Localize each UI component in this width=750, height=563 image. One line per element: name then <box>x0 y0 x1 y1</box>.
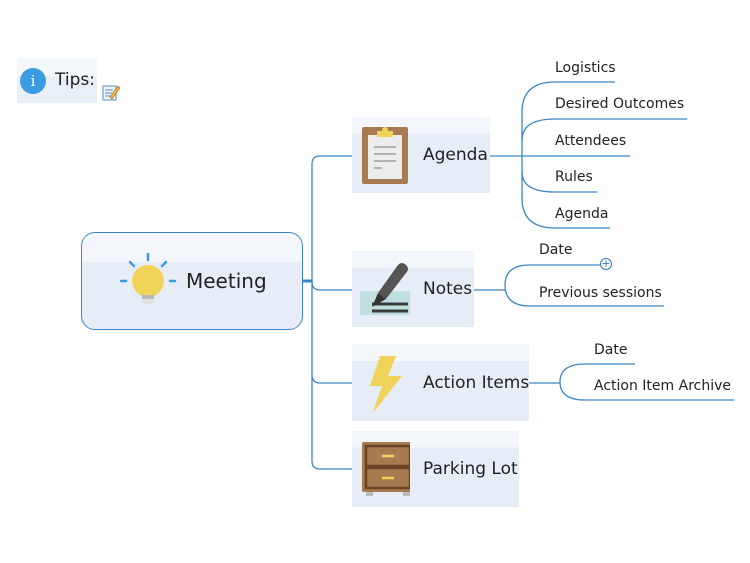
central-topic-meeting[interactable]: Meeting <box>81 232 303 330</box>
subtopic-date[interactable]: Date <box>594 342 627 358</box>
topic-action-items[interactable]: Action Items <box>352 344 529 421</box>
subtopic-agenda[interactable]: Agenda <box>555 206 608 222</box>
clipboard-icon <box>362 127 408 184</box>
topic-parking-lot[interactable]: Parking Lot <box>352 431 519 507</box>
subtopic-attendees[interactable]: Attendees <box>555 133 626 149</box>
topic-label: Agenda <box>423 145 488 165</box>
note-pencil-icon[interactable] <box>101 82 121 102</box>
tips-box[interactable]: i Tips: <box>17 58 97 103</box>
subtopic-rules[interactable]: Rules <box>555 169 593 185</box>
lightbulb-icon <box>119 252 177 304</box>
central-topic-label: Meeting <box>186 269 267 293</box>
topic-label: Parking Lot <box>423 459 518 479</box>
cabinet-icon <box>362 442 410 496</box>
topic-agenda[interactable]: Agenda <box>352 117 490 193</box>
info-icon: i <box>20 68 46 94</box>
subtopic-desired-outcomes[interactable]: Desired Outcomes <box>555 96 684 112</box>
topic-notes[interactable]: Notes <box>352 251 474 327</box>
subtopic-action-item-archive[interactable]: Action Item Archive <box>594 378 731 394</box>
tips-label: Tips: <box>55 70 95 90</box>
topic-label: Action Items <box>423 372 530 393</box>
subtopic-logistics[interactable]: Logistics <box>555 60 616 76</box>
subtopic-date[interactable]: Date <box>539 242 572 258</box>
lightning-icon <box>370 356 402 412</box>
expand-icon[interactable]: + <box>600 258 612 270</box>
subtopic-previous-sessions[interactable]: Previous sessions <box>539 285 662 301</box>
topic-label: Notes <box>423 279 473 299</box>
pen-icon <box>360 263 410 315</box>
